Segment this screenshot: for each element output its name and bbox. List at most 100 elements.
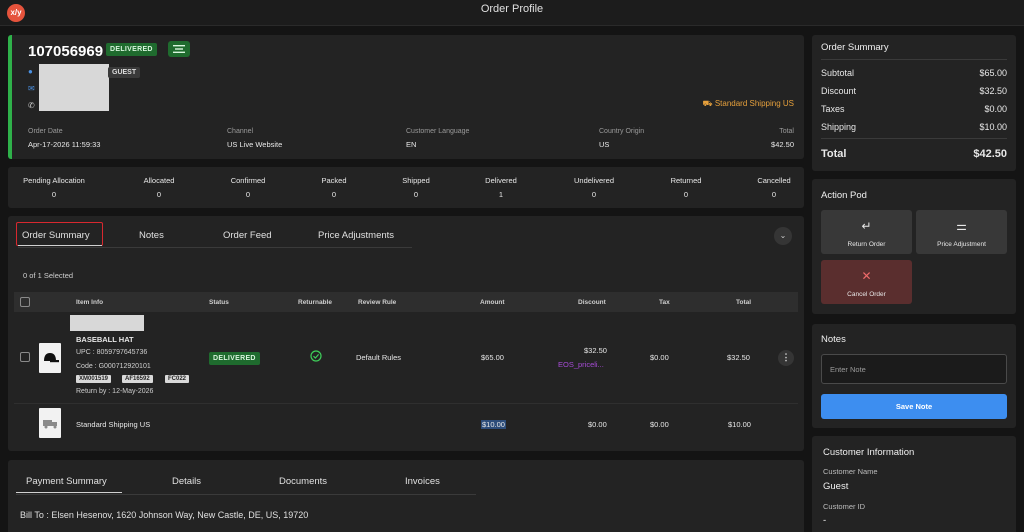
tab-price-adjustments[interactable]: Price Adjustments xyxy=(318,230,394,241)
action-pod: Action Pod ↵ Return Order ⚌ Price Adjust… xyxy=(812,179,1016,314)
status-shipped-label: Shipped xyxy=(402,176,430,185)
status-delivered-label: Delivered xyxy=(485,176,517,185)
shipping-name: Standard Shipping US xyxy=(76,420,151,429)
customer-name-label: Customer Name xyxy=(823,467,878,476)
item-discount: $32.50 xyxy=(584,346,607,355)
customer-id-value: - xyxy=(823,515,827,526)
order-items-panel: Order Summary Notes Order Feed Price Adj… xyxy=(8,216,804,451)
country-origin-value: US xyxy=(599,140,610,149)
item-total: $32.50 xyxy=(727,353,750,362)
tab-invoices[interactable]: Invoices xyxy=(405,476,440,487)
tab-order-summary[interactable]: Order Summary xyxy=(22,230,90,241)
status-confirmed-label: Confirmed xyxy=(230,176,266,185)
tabs-divider xyxy=(18,247,412,248)
status-allocated-count: 0 xyxy=(156,190,162,199)
order-status-badge: DELIVERED xyxy=(106,43,157,56)
redacted-customer-name xyxy=(39,64,109,82)
item-code: Code : G000712920101 xyxy=(76,363,151,370)
phone-icon: ✆ xyxy=(28,101,35,110)
status-packed-label: Packed xyxy=(321,176,347,185)
status-cancelled-label: Cancelled xyxy=(757,176,791,185)
status-undelivered-count: 0 xyxy=(591,190,597,199)
user-icon: ● xyxy=(28,67,33,76)
row-checkbox[interactable] xyxy=(20,352,30,362)
action-pod-title: Action Pod xyxy=(821,190,867,201)
order-header-card: 107056969 DELIVERED ● GUEST ✉ ✆ ⛟ Standa… xyxy=(8,35,804,159)
tab-order-feed[interactable]: Order Feed xyxy=(223,230,272,241)
col-tax: Tax xyxy=(659,299,670,306)
sliders-icon: ⚌ xyxy=(956,219,967,233)
item-status-badge: DELIVERED xyxy=(209,352,260,365)
title-bar: x/y Order Profile xyxy=(0,0,1024,26)
item-tag-chip: FC022 xyxy=(165,375,190,383)
tab-documents[interactable]: Documents xyxy=(279,476,327,487)
guest-tag: GUEST xyxy=(108,67,141,78)
order-id: 107056969 xyxy=(28,43,104,60)
status-allocated-label: Allocated xyxy=(143,176,175,185)
collapse-chevron-icon[interactable]: ⌄ xyxy=(774,227,792,245)
notes-card: Notes Enter Note Save Note xyxy=(812,324,1016,428)
status-returned-count: 0 xyxy=(683,190,689,199)
col-review-rule: Review Rule xyxy=(358,299,397,306)
fulfillment-status-strip: Pending Allocation 0 Allocated 0 Confirm… xyxy=(8,167,804,208)
truck-icon: ⛟ xyxy=(702,99,713,108)
save-note-button[interactable]: Save Note xyxy=(821,394,1007,419)
item-return-by: Return by : 12-May-2026 xyxy=(76,388,154,395)
returnable-check-icon xyxy=(310,349,322,367)
order-date-label: Order Date xyxy=(28,128,63,135)
notes-title: Notes xyxy=(821,334,846,345)
item-thumbnail[interactable] xyxy=(39,343,61,373)
select-all-checkbox[interactable] xyxy=(20,297,30,307)
total-value: $42.50 xyxy=(973,148,1007,160)
item-discount-code[interactable]: EOS_priceli... xyxy=(558,360,604,369)
active-payment-tab-underline xyxy=(16,492,122,493)
order-total-label: Total xyxy=(779,128,794,135)
note-input[interactable]: Enter Note xyxy=(821,354,1007,384)
cancel-order-button[interactable]: ✕ Cancel Order xyxy=(821,260,912,304)
active-tab-underline xyxy=(18,245,102,246)
order-summary-title: Order Summary xyxy=(821,42,889,53)
tab-details[interactable]: Details xyxy=(172,476,201,487)
shipping-discount: $0.00 xyxy=(588,420,607,429)
item-review-rule: Default Rules xyxy=(356,353,402,362)
tab-payment-summary[interactable]: Payment Summary xyxy=(26,476,107,487)
page-title: Order Profile xyxy=(480,3,544,15)
order-total-value: $42.50 xyxy=(771,140,794,149)
tab-notes[interactable]: Notes xyxy=(139,230,164,241)
shipping-label: Shipping xyxy=(821,122,857,132)
customer-language-value: EN xyxy=(406,140,417,149)
row-more-icon[interactable]: ⋮ xyxy=(778,350,794,366)
status-shipped-count: 0 xyxy=(413,190,419,199)
item-tag-chip: AF16592 xyxy=(122,375,153,383)
shipping-value: $10.00 xyxy=(979,122,1007,132)
col-returnable: Returnable xyxy=(298,299,332,306)
col-discount: Discount xyxy=(578,299,606,306)
summary-divider xyxy=(821,59,1007,60)
col-status: Status xyxy=(209,299,229,306)
status-confirmed-count: 0 xyxy=(245,190,251,199)
shipping-thumbnail xyxy=(39,408,61,438)
customer-info-title: Customer Information xyxy=(823,447,915,458)
shipping-tax: $0.00 xyxy=(650,420,669,429)
return-arrow-icon: ↵ xyxy=(861,219,872,233)
status-delivered-count: 1 xyxy=(498,190,504,199)
country-origin-label: Country Origin xyxy=(599,128,645,135)
item-amount: $65.00 xyxy=(481,353,504,362)
selection-count: 0 of 1 Selected xyxy=(23,271,74,280)
subtotal-value: $65.00 xyxy=(979,68,1007,78)
taxes-value: $0.00 xyxy=(984,104,1007,114)
payment-tabs-divider xyxy=(16,494,476,495)
subtotal-label: Subtotal xyxy=(821,68,855,78)
col-total: Total xyxy=(736,299,752,306)
return-order-button[interactable]: ↵ Return Order xyxy=(821,210,912,254)
status-pending-allocation-label: Pending Allocation xyxy=(23,176,85,185)
row-divider xyxy=(14,403,798,404)
close-icon: ✕ xyxy=(861,269,872,283)
menu-lines-icon xyxy=(173,45,185,53)
shipping-total: $10.00 xyxy=(728,420,751,429)
price-adjustment-button[interactable]: ⚌ Price Adjustment xyxy=(916,210,1007,254)
order-menu-button[interactable] xyxy=(168,41,190,57)
item-name: BASEBALL HAT xyxy=(76,335,134,344)
item-upc: UPC : 8059797645736 xyxy=(76,349,148,356)
redacted-item-label xyxy=(70,315,144,331)
